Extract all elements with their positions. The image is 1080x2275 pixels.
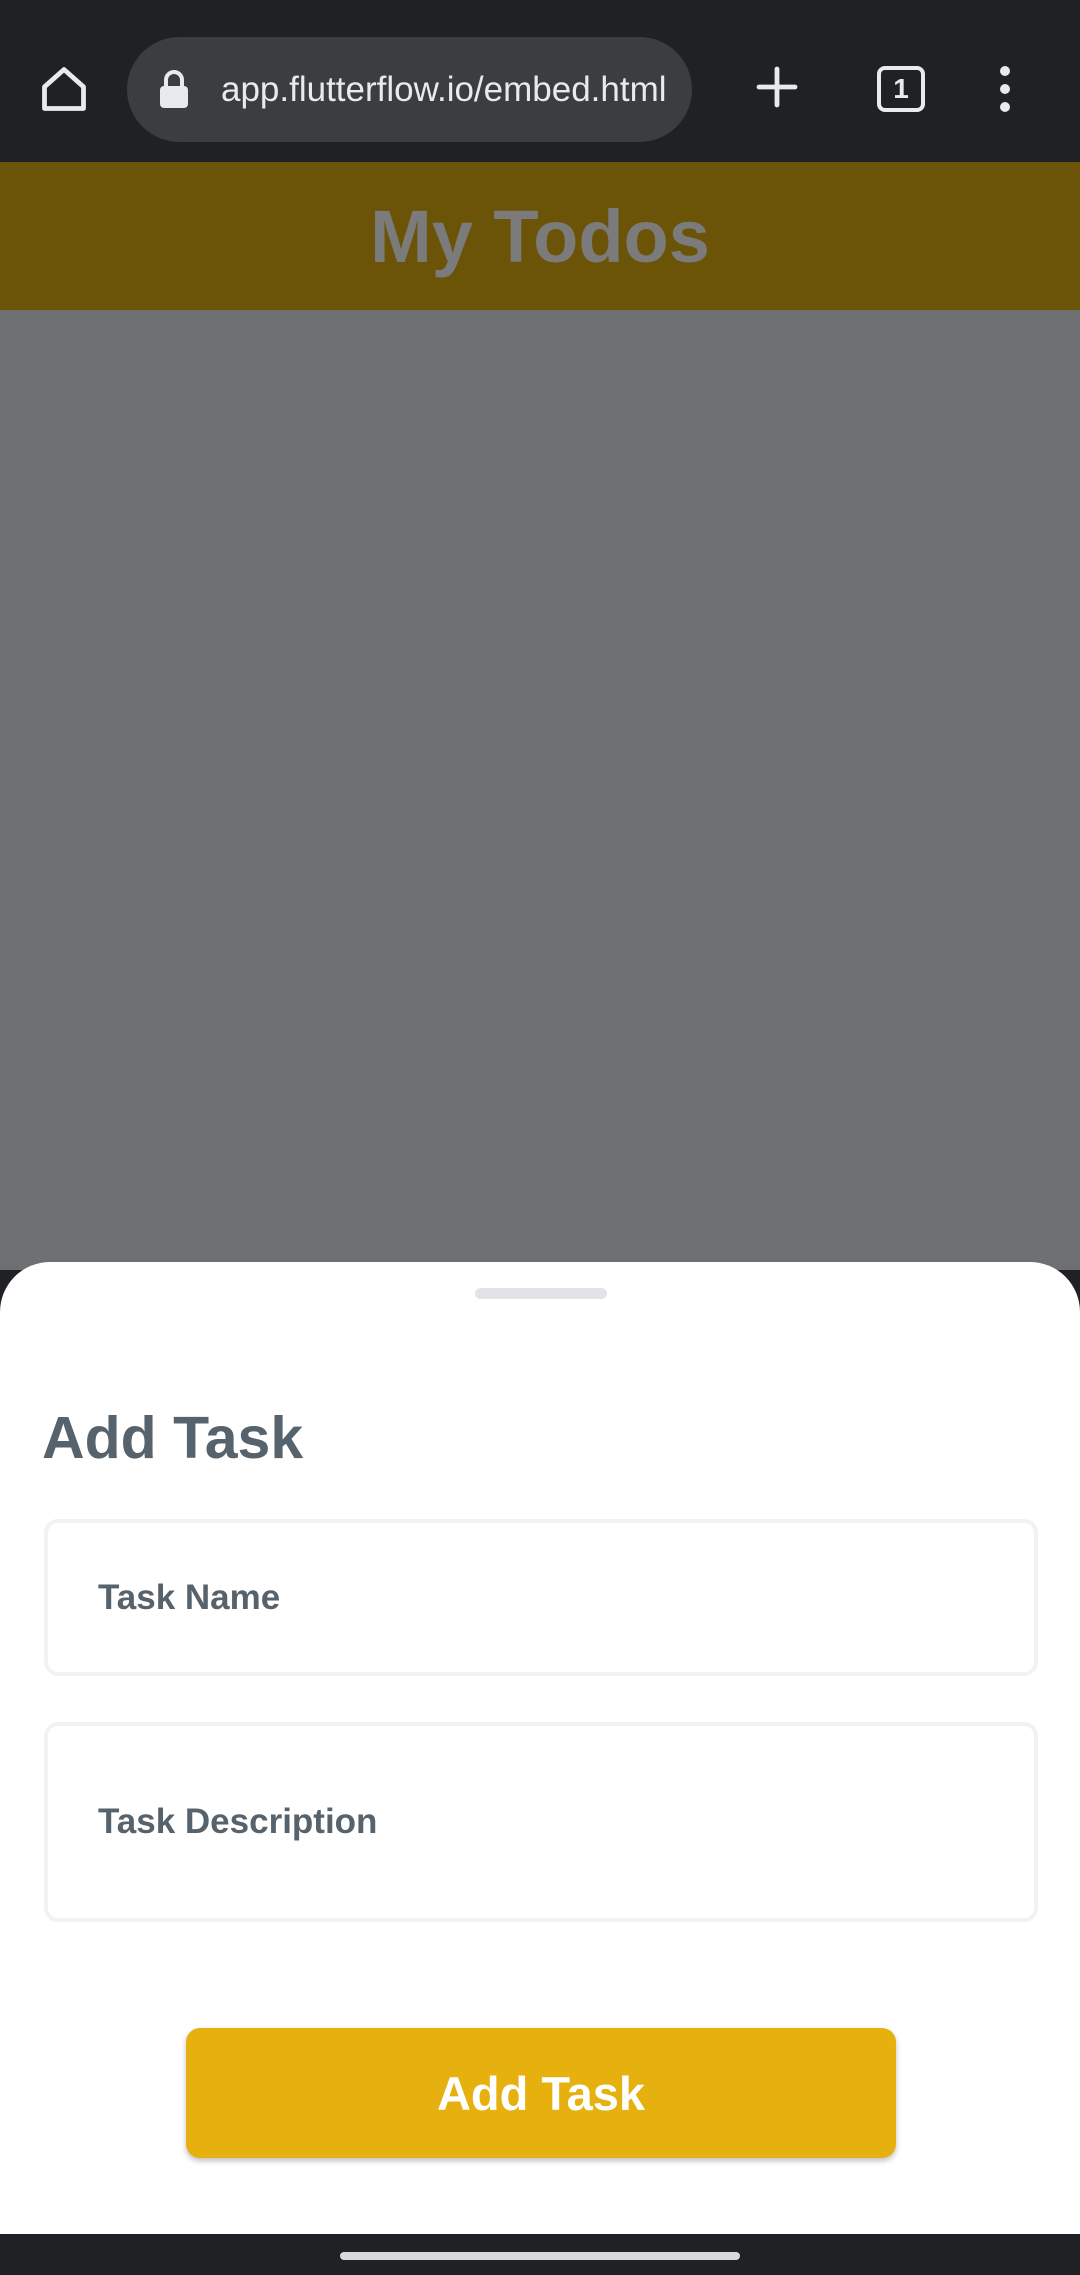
home-button[interactable] [30, 55, 98, 123]
task-name-field[interactable] [44, 1519, 1038, 1676]
system-nav-bar [0, 2234, 1080, 2275]
add-task-bottom-sheet: Add Task Add Task [0, 1262, 1080, 2234]
home-icon [42, 67, 86, 111]
add-task-button[interactable]: Add Task [186, 2028, 896, 2158]
more-vert-icon [1000, 66, 1010, 76]
tab-count: 1 [893, 73, 909, 104]
app-header: My Todos [0, 162, 1080, 310]
plus-icon [756, 66, 798, 108]
drag-handle[interactable] [475, 1288, 607, 1299]
tab-switcher-button[interactable]: 1 [877, 66, 925, 112]
new-tab-button[interactable] [745, 55, 809, 119]
sheet-title: Add Task [42, 1405, 304, 1471]
address-bar[interactable]: app.flutterflow.io/embed.html [127, 37, 692, 142]
lock-icon [160, 69, 188, 108]
page-title: My Todos [370, 194, 710, 278]
task-description-field[interactable] [44, 1722, 1038, 1922]
more-menu-button[interactable] [980, 55, 1030, 123]
task-name-input[interactable] [96, 1576, 1034, 1619]
modal-overlay[interactable] [0, 310, 1080, 1270]
task-description-input[interactable] [96, 1801, 1034, 1843]
gesture-handle[interactable] [340, 2252, 740, 2260]
url-text: app.flutterflow.io/embed.html [221, 69, 667, 109]
browser-toolbar: app.flutterflow.io/embed.html 1 [0, 0, 1080, 162]
